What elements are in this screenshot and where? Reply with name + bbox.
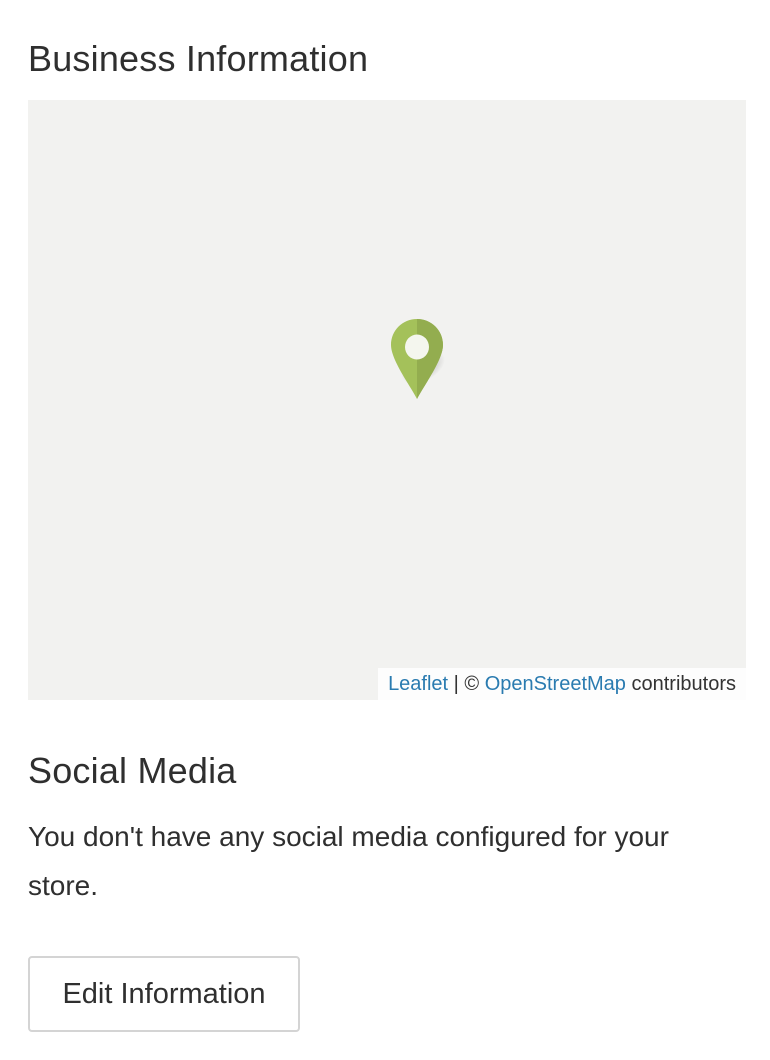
openstreetmap-link[interactable]: OpenStreetMap [485, 673, 626, 695]
business-information-heading: Business Information [28, 38, 369, 79]
page: Business Information Leaflet | © OpenStr… [0, 0, 770, 1060]
leaflet-link[interactable]: Leaflet [388, 673, 448, 695]
social-media-empty-message: You don't have any social media configur… [28, 821, 669, 901]
map-attribution: Leaflet | © OpenStreetMap contributors [378, 668, 746, 700]
attribution-suffix: contributors [625, 673, 736, 695]
attribution-separator: | © [448, 673, 485, 695]
social-media-heading: Social Media [28, 750, 237, 791]
edit-information-button[interactable]: Edit Information [28, 956, 300, 1032]
map-pin-icon[interactable] [361, 317, 447, 403]
location-map[interactable]: Leaflet | © OpenStreetMap contributors [28, 100, 746, 700]
